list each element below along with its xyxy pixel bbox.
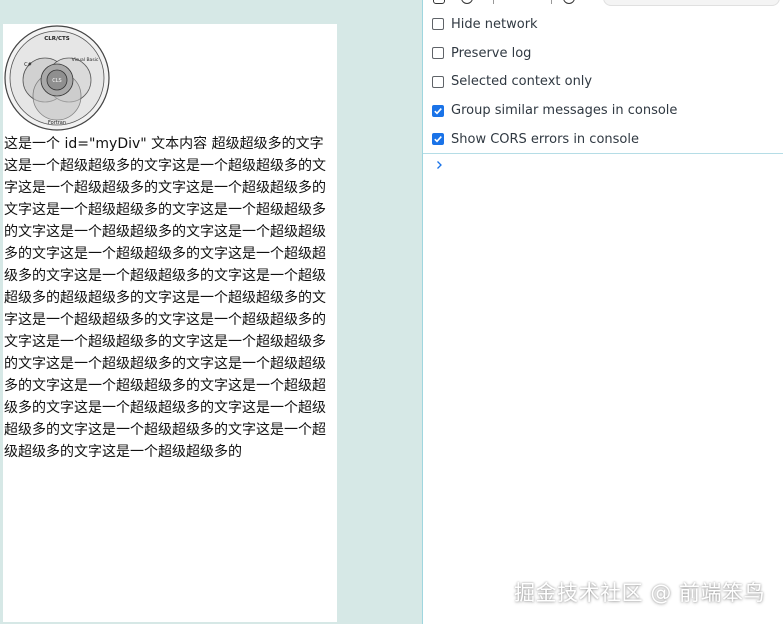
console-settings: Hide network Preserve log Selected conte… [423, 10, 783, 154]
diagram-label-center: CLS [52, 78, 61, 84]
toolbar-separator [493, 0, 494, 4]
setting-label: Show CORS errors in console [451, 131, 639, 147]
console-toolbar [423, 0, 783, 6]
setting-label: Preserve log [451, 45, 532, 61]
clear-console-icon[interactable] [461, 0, 473, 4]
page-content: CLR/CTS C# Visual Basic CLS Fortran 这是一个… [3, 24, 337, 622]
checkmark-icon [434, 107, 442, 115]
toolbar-separator [551, 0, 552, 4]
settings-divider [423, 153, 783, 154]
setting-hide-network[interactable]: Hide network [423, 10, 783, 39]
setting-show-cors-errors[interactable]: Show CORS errors in console [423, 125, 783, 154]
setting-label: Group similar messages in console [451, 103, 678, 119]
checkbox[interactable] [432, 75, 444, 88]
devtools-console-panel: Hide network Preserve log Selected conte… [423, 0, 783, 624]
clr-venn-diagram: CLR/CTS C# Visual Basic CLS Fortran [4, 25, 110, 131]
checkbox-checked[interactable] [432, 104, 444, 117]
diagram-label-left: C# [24, 62, 32, 68]
checkmark-icon [434, 136, 442, 143]
checkbox[interactable] [432, 18, 444, 31]
watermark: 掘金技术社区 @ 前端笨鸟 [514, 581, 765, 605]
diagram-label-bottom: Fortran [48, 120, 66, 126]
chevron-right-icon[interactable] [434, 157, 446, 173]
setting-label: Hide network [451, 16, 538, 32]
my-div-text: 这是一个 id="myDiv" 文本内容 超级超级多的文字这是一个超级超级多的文… [4, 136, 326, 460]
diagram-label-top: CLR/CTS [44, 36, 70, 42]
live-expression-icon[interactable] [563, 0, 575, 4]
setting-label: Selected context only [451, 74, 593, 90]
browser-viewport: CLR/CTS C# Visual Basic CLS Fortran 这是一个… [0, 0, 422, 624]
checkbox-checked[interactable] [432, 133, 444, 146]
setting-selected-context-only[interactable]: Selected context only [423, 68, 783, 97]
setting-preserve-log[interactable]: Preserve log [423, 39, 783, 68]
filter-input[interactable] [603, 0, 780, 6]
checkbox[interactable] [432, 47, 444, 60]
sidebar-toggle-icon[interactable] [433, 0, 445, 4]
diagram-label-right: Visual Basic [72, 57, 99, 63]
setting-group-similar[interactable]: Group similar messages in console [423, 96, 783, 125]
